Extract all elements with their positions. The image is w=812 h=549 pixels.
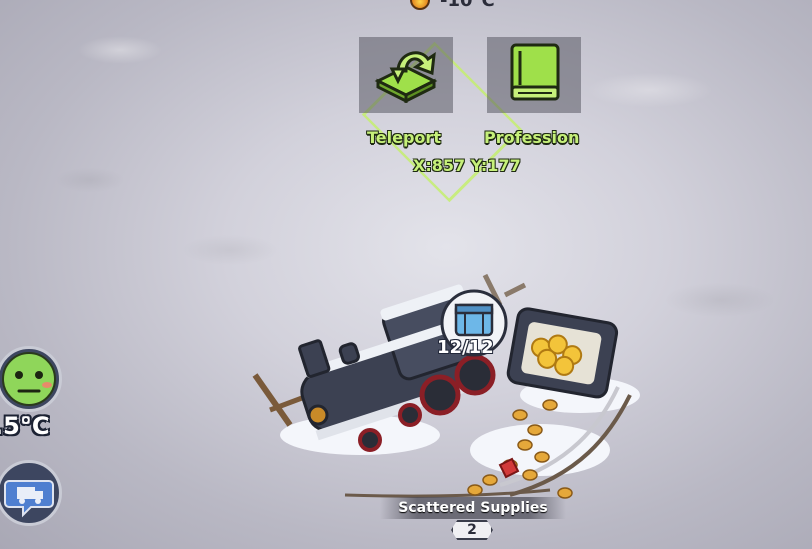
top-temperature-indicator: -10°C [410, 0, 540, 12]
supply-capacity-counter: 12/12 [437, 337, 494, 358]
object-name-plate: Scattered Supplies [380, 497, 566, 519]
profession-button[interactable] [487, 37, 581, 113]
object-level-badge: 2 [451, 520, 493, 540]
teleport-label: Teleport [367, 128, 441, 147]
chat-truck-icon [4, 480, 54, 518]
flame-icon [410, 0, 430, 10]
book-icon [510, 43, 560, 101]
supply-crate-icon [454, 303, 494, 337]
player-temperature-button[interactable] [0, 346, 62, 412]
chat-button[interactable] [0, 460, 62, 526]
top-temperature-label: -10°C [440, 0, 495, 11]
player-temperature-label: .5°C [0, 412, 50, 440]
profession-label: Profession [484, 128, 580, 147]
tile-coordinates: X:857 Y:177 [413, 156, 521, 175]
teleport-icon [374, 51, 438, 103]
scattered-supplies-object[interactable] [250, 265, 690, 515]
teleport-button[interactable] [359, 37, 453, 113]
face-cold-icon [2, 352, 56, 406]
